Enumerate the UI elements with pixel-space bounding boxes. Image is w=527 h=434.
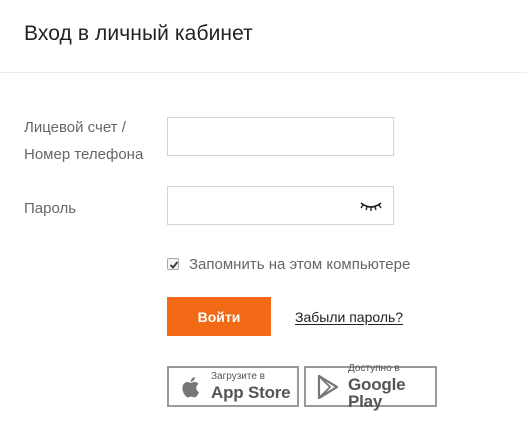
password-label: Пароль (24, 200, 77, 217)
page-header: Вход в личный кабинет (0, 0, 527, 73)
password-field[interactable] (167, 186, 394, 225)
forgot-password-link[interactable]: Забыли пароль? (295, 309, 403, 325)
account-label-line2: Номер телефона (24, 146, 144, 163)
remember-me[interactable]: Запомнить на этом компьютере (167, 254, 410, 274)
account-input[interactable] (168, 118, 393, 155)
google-play-big: Google Play (348, 374, 406, 411)
google-play-badge[interactable]: Доступно в Google Play (304, 362, 437, 411)
eye-closed-icon[interactable] (359, 199, 383, 213)
app-store-small: Загрузите в (211, 371, 265, 382)
account-label: Лицевой счет / Номер телефона (24, 114, 143, 168)
page-title: Вход в личный кабинет (24, 22, 253, 45)
remember-checkbox[interactable] (167, 258, 179, 270)
app-store-big: App Store (211, 383, 291, 402)
apple-icon (182, 376, 199, 397)
login-button[interactable]: Войти (167, 297, 271, 336)
app-store-badge[interactable]: Загрузите в App Store (167, 366, 299, 407)
account-field[interactable] (167, 117, 394, 156)
google-play-small: Доступно в (348, 362, 400, 374)
checkmark-icon (169, 261, 179, 269)
account-label-line1: Лицевой счет / (24, 119, 126, 136)
remember-label: Запомнить на этом компьютере (189, 255, 411, 273)
google-play-icon (317, 374, 339, 399)
